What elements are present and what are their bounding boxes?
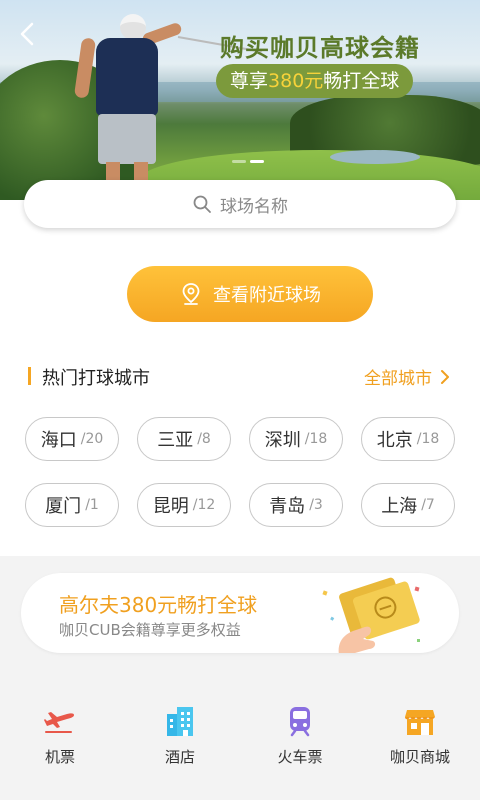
nav-label: 酒店 — [164, 748, 195, 766]
store-icon — [405, 710, 435, 735]
city-count: /18 — [304, 431, 328, 447]
promo-pill: 尊享380元畅打全球 — [216, 64, 414, 98]
city-count: /12 — [192, 497, 216, 513]
city-name: 上海 — [381, 496, 418, 517]
carousel-dot-active[interactable] — [250, 160, 264, 163]
nav-item-store[interactable]: 咖贝商城 — [360, 704, 480, 770]
hot-cities-header: 热门打球城市 全部城市 — [28, 364, 452, 389]
city-count: /7 — [421, 497, 435, 513]
membership-promo-card[interactable]: 高尔夫380元畅打全球 咖贝CUB会籍尊享更多权益 — [21, 573, 459, 653]
search-input[interactable]: 球场名称 — [24, 180, 456, 228]
city-count: /8 — [197, 431, 211, 447]
city-chip-shenzhen[interactable]: 深圳/18 — [249, 417, 343, 461]
location-pin-icon — [182, 283, 200, 305]
nav-label: 咖贝商城 — [389, 748, 450, 766]
search-icon — [193, 195, 211, 213]
promo-suffix: 畅打全球 — [323, 70, 400, 92]
city-name: 海口 — [40, 430, 77, 451]
chevron-left-icon — [20, 22, 34, 46]
city-chip-sanya[interactable]: 三亚/8 — [137, 417, 231, 461]
promo-card-subtitle: 咖贝CUB会籍尊享更多权益 — [59, 621, 241, 639]
hot-cities-title: 热门打球城市 — [42, 368, 150, 389]
city-chip-beijing[interactable]: 北京/18 — [361, 417, 455, 461]
carousel-dots[interactable] — [232, 160, 264, 163]
all-cities-label: 全部城市 — [364, 369, 432, 389]
city-chip-haikou[interactable]: 海口/20 — [25, 417, 119, 461]
golfer-figure — [72, 14, 183, 196]
hotel-icon — [167, 707, 193, 736]
city-name: 深圳 — [264, 430, 301, 451]
section-accent-bar — [28, 367, 31, 385]
city-count: /20 — [80, 431, 104, 447]
membership-card-illustration — [322, 577, 420, 653]
airplane-icon — [44, 712, 74, 733]
nav-label: 机票 — [44, 748, 75, 766]
chevron-right-icon — [441, 369, 449, 384]
city-count: /1 — [85, 497, 99, 513]
city-name: 厦门 — [45, 496, 82, 517]
bottom-nav: 机票 酒店 火车票 咖贝商城 — [0, 690, 480, 800]
city-count: /3 — [309, 497, 323, 513]
city-chip-qingdao[interactable]: 青岛/3 — [249, 483, 343, 527]
promo-card-title: 高尔夫380元畅打全球 — [59, 593, 258, 617]
city-count: /18 — [416, 431, 440, 447]
promo-title: 购买咖贝高球会籍 — [220, 34, 420, 62]
city-name: 青岛 — [269, 496, 306, 517]
back-button[interactable] — [12, 18, 44, 50]
train-icon — [290, 707, 310, 737]
promo-prefix: 尊享 — [230, 70, 269, 92]
city-chip-shanghai[interactable]: 上海/7 — [361, 483, 455, 527]
search-placeholder: 球场名称 — [220, 196, 288, 217]
nav-label: 火车票 — [277, 748, 323, 766]
hero-pond — [330, 150, 420, 164]
hero-banner[interactable]: 购买咖贝高球会籍 尊享380元畅打全球 — [0, 0, 480, 200]
promo-price: 380元 — [268, 70, 324, 92]
nav-item-hotel[interactable]: 酒店 — [120, 704, 240, 770]
city-chip-kunming[interactable]: 昆明/12 — [137, 483, 231, 527]
nav-item-flights[interactable]: 机票 — [0, 704, 120, 770]
city-name: 三亚 — [157, 430, 194, 451]
city-name: 昆明 — [152, 496, 189, 517]
nav-item-train[interactable]: 火车票 — [240, 704, 360, 770]
nearby-courses-label: 查看附近球场 — [213, 285, 321, 306]
carousel-dot[interactable] — [232, 160, 246, 163]
city-chip-xiamen[interactable]: 厦门/1 — [25, 483, 119, 527]
city-name: 北京 — [376, 430, 413, 451]
nearby-courses-button[interactable]: 查看附近球场 — [127, 266, 373, 322]
all-cities-link[interactable]: 全部城市 — [364, 364, 452, 389]
